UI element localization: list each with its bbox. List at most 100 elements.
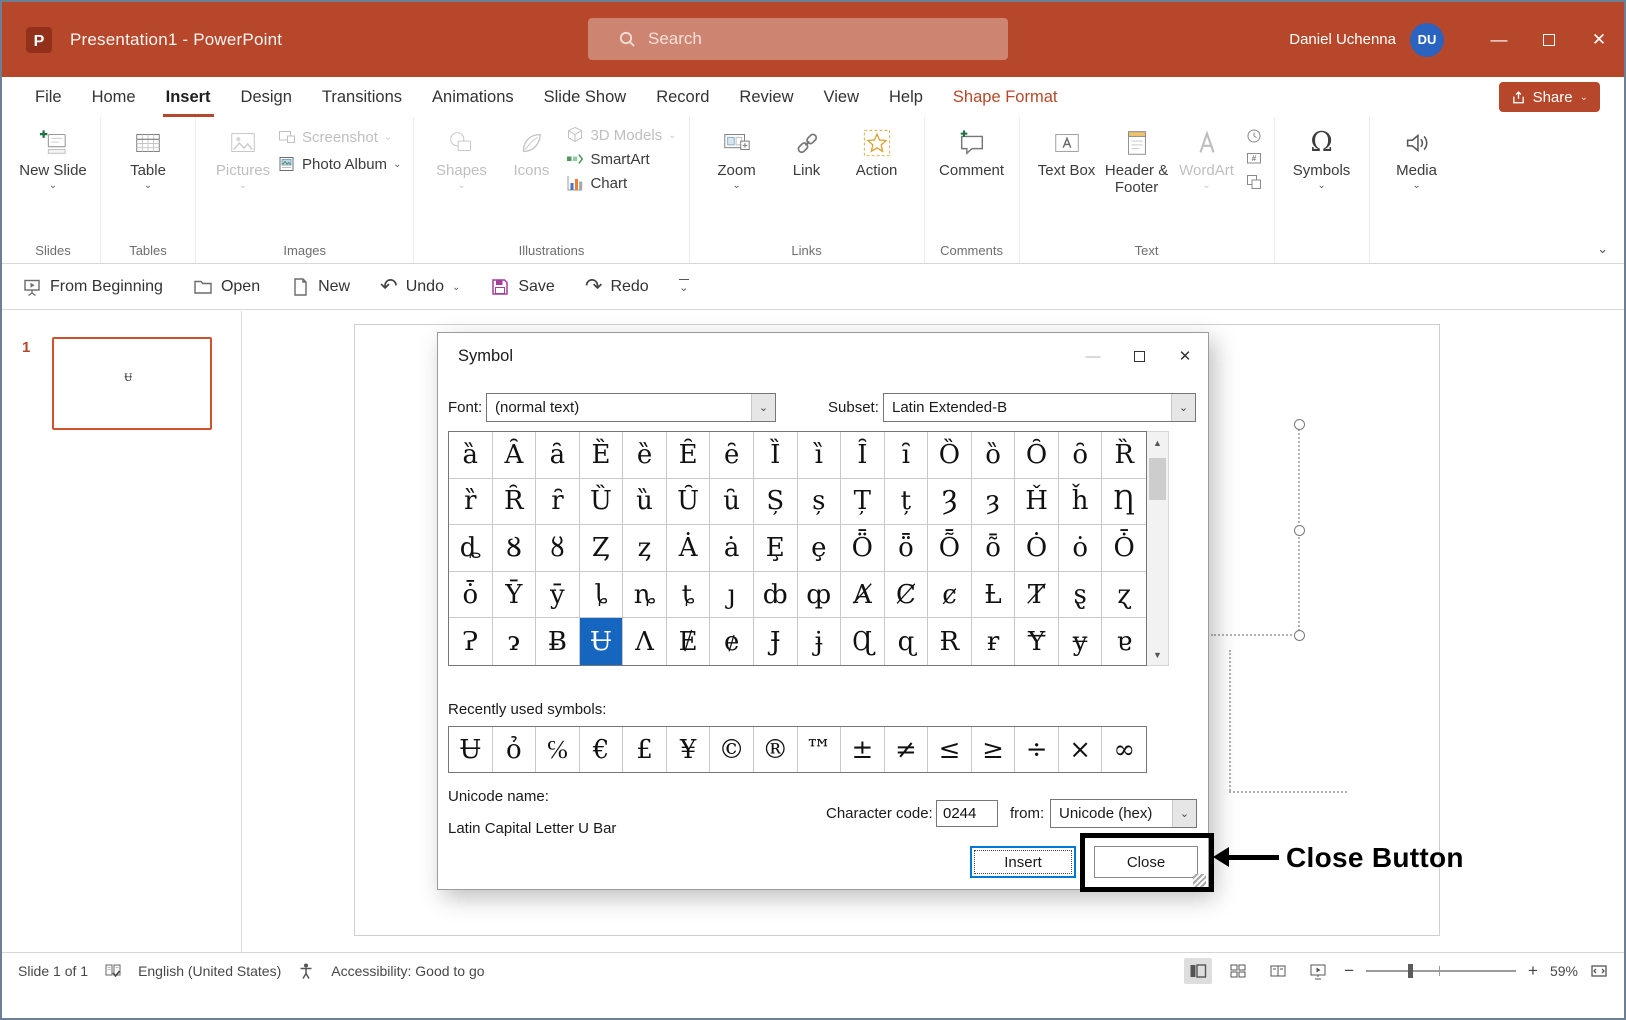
symbol-cell[interactable]: ȩ <box>798 525 842 572</box>
save-button[interactable]: Save <box>490 277 554 297</box>
text-box-button[interactable]: Text Box <box>1032 120 1102 179</box>
subset-dropdown[interactable]: Latin Extended-B ⌄ <box>883 393 1196 422</box>
close-button[interactable]: Close <box>1094 846 1198 878</box>
symbol-cell[interactable]: ɋ <box>885 618 929 665</box>
tab-help[interactable]: Help <box>874 77 938 117</box>
zoom-out-button[interactable]: − <box>1344 962 1354 979</box>
selection-handle[interactable] <box>1294 525 1305 536</box>
symbol-cell[interactable]: Ȍ <box>928 432 972 479</box>
symbol-cell[interactable]: Ȥ <box>580 525 624 572</box>
photo-album-button[interactable]: Photo Album ⌄ <box>278 155 401 173</box>
symbol-cell[interactable]: ȱ <box>449 572 493 619</box>
dialog-minimize-button[interactable]: — <box>1070 333 1116 379</box>
zoom-button[interactable]: Zoom ⌄ <box>702 120 772 191</box>
symbol-cell[interactable]: ɏ <box>1059 618 1103 665</box>
powerpoint-logo-icon[interactable]: P <box>24 25 54 55</box>
symbol-cell[interactable]: ț <box>885 479 929 526</box>
symbol-cell[interactable]: ɂ <box>493 618 537 665</box>
symbol-cell[interactable]: ȿ <box>1059 572 1103 619</box>
recent-symbol-cell[interactable]: ™ <box>798 727 842 772</box>
tab-transitions[interactable]: Transitions <box>307 77 417 117</box>
icons-button[interactable]: Icons <box>496 120 566 179</box>
redo-button[interactable]: ↷ Redo <box>585 276 649 297</box>
symbol-cell[interactable]: ȵ <box>623 572 667 619</box>
tab-view[interactable]: View <box>809 77 874 117</box>
spellcheck-icon[interactable] <box>104 962 122 980</box>
zoom-slider-thumb[interactable] <box>1408 964 1413 978</box>
symbol-cell[interactable]: Ɍ <box>928 618 972 665</box>
window-minimize-button[interactable]: — <box>1474 2 1524 77</box>
scrollbar-thumb[interactable] <box>1149 458 1166 500</box>
pictures-button[interactable]: Pictures ⌄ <box>208 120 278 191</box>
symbol-cell[interactable]: Ⱦ <box>1015 572 1059 619</box>
dialog-maximize-button[interactable] <box>1116 333 1162 379</box>
language-indicator[interactable]: English (United States) <box>138 963 281 979</box>
symbol-cell[interactable]: Ƀ <box>536 618 580 665</box>
symbol-cell[interactable]: Ȧ <box>667 525 711 572</box>
recent-symbol-cell[interactable]: ∞ <box>1102 727 1146 772</box>
symbol-cell[interactable]: ȴ <box>580 572 624 619</box>
recent-symbol-cell[interactable]: ≥ <box>972 727 1016 772</box>
symbol-cell[interactable]: ȕ <box>623 479 667 526</box>
symbol-cell[interactable]: ȏ <box>1059 432 1103 479</box>
recent-symbol-cell[interactable]: © <box>710 727 754 772</box>
symbol-cell[interactable]: Ȣ <box>493 525 537 572</box>
recent-symbol-cell[interactable]: ỏ <box>493 727 537 772</box>
symbol-cell[interactable]: ȶ <box>667 572 711 619</box>
symbol-cell[interactable]: Ȏ <box>1015 432 1059 479</box>
smartart-button[interactable]: SmartArt <box>566 150 676 168</box>
symbol-cell[interactable]: ȸ <box>754 572 798 619</box>
symbol-cell[interactable]: Ȝ <box>928 479 972 526</box>
symbol-cell[interactable]: ȁ <box>449 432 493 479</box>
symbol-cell[interactable]: ɉ <box>798 618 842 665</box>
link-button[interactable]: Link <box>772 120 842 179</box>
symbol-cell[interactable]: ȣ <box>536 525 580 572</box>
slideshow-view-button[interactable] <box>1304 958 1332 984</box>
dialog-close-x-button[interactable]: ✕ <box>1162 333 1208 379</box>
recent-symbol-cell[interactable]: ÷ <box>1015 727 1059 772</box>
recent-symbol-cell[interactable]: Ʉ <box>449 727 493 772</box>
date-time-icon[interactable] <box>1246 128 1262 144</box>
comment-button[interactable]: Comment <box>937 120 1007 179</box>
screenshot-button[interactable]: Screenshot ⌄ <box>278 128 401 146</box>
symbol-cell[interactable]: Ȗ <box>667 479 711 526</box>
tab-record[interactable]: Record <box>641 77 724 117</box>
tab-home[interactable]: Home <box>77 77 151 117</box>
symbol-cell[interactable]: ȭ <box>972 525 1016 572</box>
media-button[interactable]: Media ⌄ <box>1382 120 1452 191</box>
tab-animations[interactable]: Animations <box>417 77 529 117</box>
symbol-cell[interactable]: Ʌ <box>623 618 667 665</box>
tab-slide-show[interactable]: Slide Show <box>529 77 642 117</box>
accessibility-status[interactable]: Accessibility: Good to go <box>331 963 484 979</box>
symbol-cell[interactable]: ȃ <box>536 432 580 479</box>
symbol-cell[interactable]: Ȕ <box>580 479 624 526</box>
undo-button[interactable]: ↶ Undo ⌄ <box>380 276 460 297</box>
zoom-level[interactable]: 59% <box>1550 963 1578 979</box>
symbol-cell[interactable]: ȑ <box>449 479 493 526</box>
symbol-cell[interactable]: Ȋ <box>841 432 885 479</box>
shapes-button[interactable]: Shapes ⌄ <box>426 120 496 191</box>
symbol-cell[interactable]: ȋ <box>885 432 929 479</box>
symbol-cell[interactable]: Ȭ <box>928 525 972 572</box>
from-beginning-button[interactable]: From Beginning <box>22 277 163 297</box>
scroll-down-icon[interactable]: ▼ <box>1147 644 1168 665</box>
symbol-cell[interactable]: ɍ <box>972 618 1016 665</box>
symbol-cell[interactable]: Ț <box>841 479 885 526</box>
recent-symbol-cell[interactable]: ® <box>754 727 798 772</box>
tab-shape-format[interactable]: Shape Format <box>938 77 1073 117</box>
symbol-cell[interactable]: ȟ <box>1059 479 1103 526</box>
recent-symbol-cell[interactable]: £ <box>623 727 667 772</box>
symbol-cell[interactable]: Ƞ <box>1102 479 1146 526</box>
symbol-cell[interactable]: ȅ <box>623 432 667 479</box>
tab-review[interactable]: Review <box>724 77 808 117</box>
symbol-cell[interactable]: Ɂ <box>449 618 493 665</box>
tab-file[interactable]: File <box>20 77 77 117</box>
action-button[interactable]: Action <box>842 120 912 179</box>
symbol-cell[interactable]: ɐ <box>1102 618 1146 665</box>
symbol-cell[interactable]: Ɇ <box>667 618 711 665</box>
reading-view-button[interactable] <box>1264 958 1292 984</box>
dialog-title-bar[interactable]: Symbol — ✕ <box>438 333 1208 379</box>
from-dropdown[interactable]: Unicode (hex) ⌄ <box>1050 799 1197 828</box>
symbol-cell[interactable]: ȉ <box>798 432 842 479</box>
symbol-grid-scrollbar[interactable]: ▲ ▼ <box>1147 431 1169 666</box>
